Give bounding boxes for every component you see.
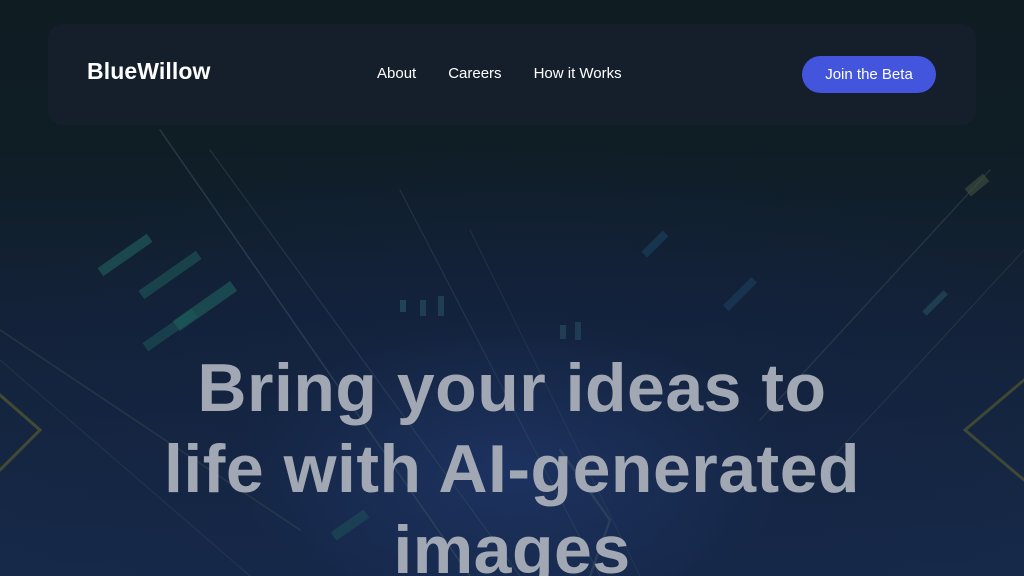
nav-link-about[interactable]: About — [377, 65, 416, 82]
top-navbar: BlueWillow About Careers How it Works Jo… — [48, 24, 976, 125]
brand-logo[interactable]: BlueWillow — [87, 58, 210, 85]
nav-link-how-it-works[interactable]: How it Works — [534, 65, 622, 82]
landing-page: BlueWillow About Careers How it Works Jo… — [0, 0, 1024, 576]
nav-links: About Careers How it Works — [377, 65, 622, 82]
nav-link-careers[interactable]: Careers — [448, 65, 501, 82]
hero-title: Bring your ideas to life with AI-generat… — [163, 350, 861, 576]
join-beta-button[interactable]: Join the Beta — [802, 56, 936, 93]
